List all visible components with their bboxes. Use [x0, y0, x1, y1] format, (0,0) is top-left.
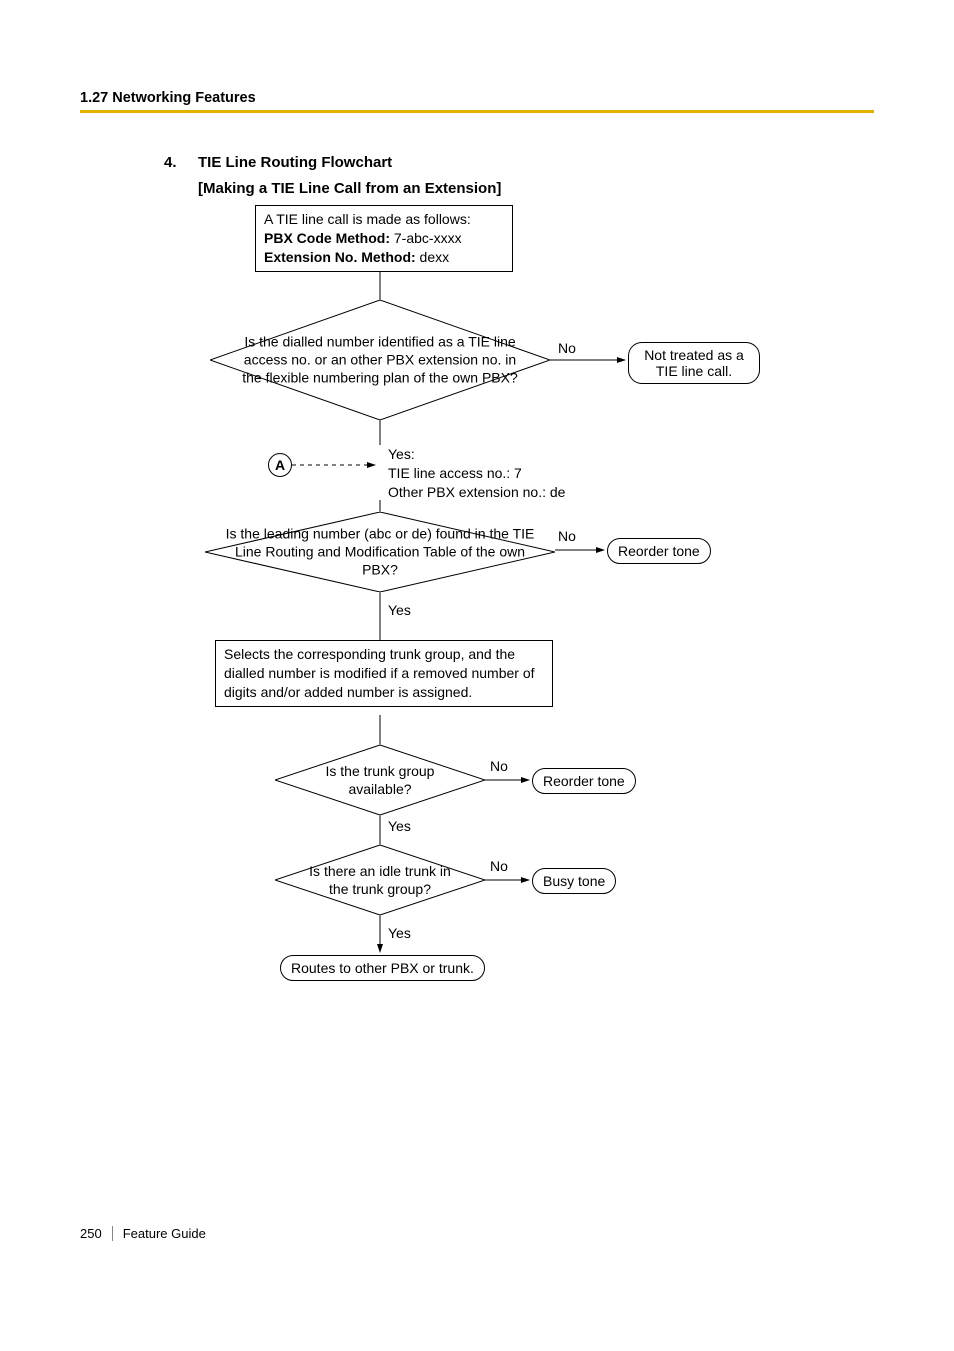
start-line1: A TIE line call is made as follows: [264, 210, 504, 229]
d1-yes-block: Yes: TIE line access no.: 7 Other PBX ex… [388, 445, 565, 502]
d1-no-label: No [558, 340, 576, 356]
start-box: A TIE line call is made as follows: PBX … [255, 205, 513, 272]
d1-yes-label: Yes: [388, 445, 565, 464]
result-routes-to-pbx: Routes to other PBX or trunk. [280, 955, 485, 981]
decision-idle-trunk-text: Is there an idle trunk in the trunk grou… [275, 862, 485, 898]
result-reorder-tone-2: Reorder tone [532, 768, 636, 794]
decision-idle-trunk: Is there an idle trunk in the trunk grou… [275, 845, 485, 915]
page-footer: 250 Feature Guide [80, 1226, 206, 1241]
result-busy-tone: Busy tone [532, 868, 616, 894]
section-header: 1.27 Networking Features [80, 90, 256, 106]
page-number: 250 [80, 1226, 113, 1241]
decision-leading-number: Is the leading number (abc or de) found … [205, 512, 555, 592]
start-line2: PBX Code Method: 7-abc-xxxx [264, 229, 504, 248]
flowchart-title: TIE Line Routing Flowchart [198, 154, 392, 171]
start-line3: Extension No. Method: dexx [264, 248, 504, 267]
process-select-trunk: Selects the corresponding trunk group, a… [215, 640, 553, 707]
decision-tie-access-text: Is the dialled number identified as a TI… [210, 333, 550, 388]
result-reorder-tone-1: Reorder tone [607, 538, 711, 564]
list-number: 4. [164, 154, 177, 171]
header-rule [80, 110, 874, 113]
d4-yes-label: Yes [388, 925, 411, 941]
d3-no-label: No [490, 758, 508, 774]
flowchart-diagram: A TIE line call is made as follows: PBX … [210, 200, 780, 1000]
d2-yes-label: Yes [388, 602, 411, 618]
doc-title: Feature Guide [123, 1226, 206, 1241]
d4-no-label: No [490, 858, 508, 874]
connector-a-circle: A [268, 453, 292, 477]
decision-tie-access: Is the dialled number identified as a TI… [210, 300, 550, 420]
d3-yes-label: Yes [388, 818, 411, 834]
d1-yes-detail2: Other PBX extension no.: de [388, 483, 565, 502]
decision-trunk-group-available: Is the trunk group available? [275, 745, 485, 815]
decision-trunk-group-available-text: Is the trunk group available? [275, 762, 485, 798]
page: 1.27 Networking Features 4. TIE Line Rou… [0, 0, 954, 1351]
result-not-tie-call: Not treated as a TIE line call. [628, 342, 760, 384]
decision-leading-number-text: Is the leading number (abc or de) found … [205, 525, 555, 580]
d2-no-label: No [558, 528, 576, 544]
d1-yes-detail1: TIE line access no.: 7 [388, 464, 565, 483]
flowchart-subtitle: [Making a TIE Line Call from an Extensio… [198, 180, 501, 197]
